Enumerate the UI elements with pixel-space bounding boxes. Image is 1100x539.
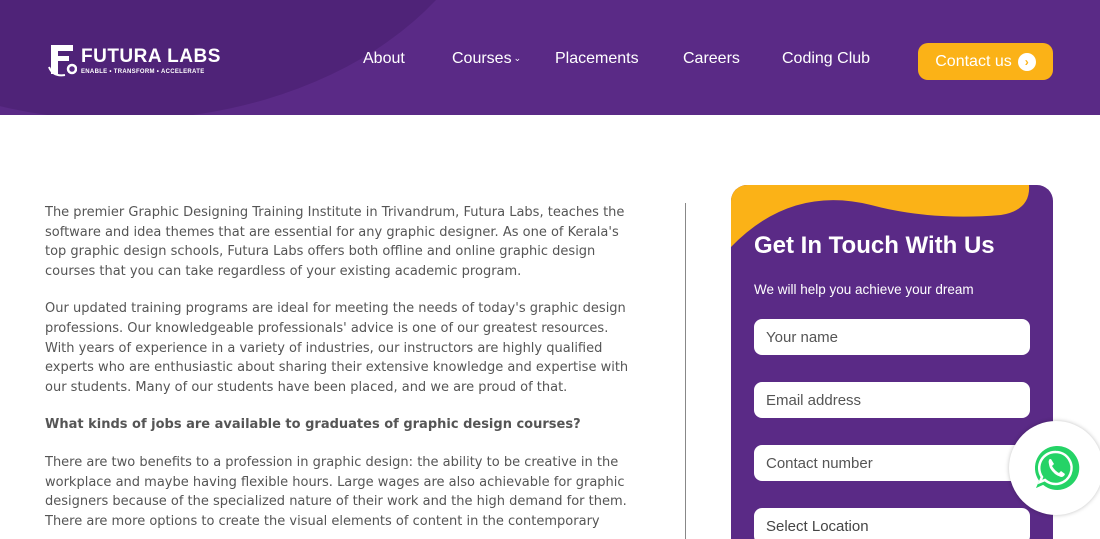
article-paragraph-1: The premier Graphic Designing Training I… (45, 205, 625, 279)
nav-placements[interactable]: Placements (555, 50, 639, 68)
article-question: What kinds of jobs are available to grad… (45, 417, 581, 433)
logo-tagline: ENABLE • TRANSFORM • ACCELERATE (81, 69, 205, 75)
nav-courses[interactable]: Courses ⌄ (452, 50, 521, 68)
contact-form-card: Get In Touch With Us We will help you ac… (731, 185, 1053, 539)
nav-about[interactable]: About (363, 50, 405, 68)
email-input[interactable] (754, 382, 1030, 418)
contact-us-button[interactable]: Contact us › (918, 43, 1053, 80)
article-content: The premier Graphic Designing Training I… (45, 203, 635, 539)
contact-us-label: Contact us (935, 52, 1012, 70)
article-paragraph-3: There are two benefits to a profession i… (45, 454, 627, 529)
nav-careers[interactable]: Careers (683, 50, 740, 68)
location-select-value: Select Location (766, 517, 869, 535)
nav-coding-club[interactable]: Coding Club (782, 50, 870, 68)
location-select[interactable]: Select Location (754, 508, 1030, 539)
contact-number-input[interactable] (754, 445, 1030, 481)
whatsapp-icon (1032, 443, 1082, 492)
whatsapp-button[interactable] (1030, 442, 1082, 494)
form-subtitle: We will help you achieve your dream (754, 282, 974, 297)
nav-coding-club-label: Coding Club (782, 50, 871, 67)
chevron-down-icon: ⌄ (513, 53, 522, 63)
nav-placements-label: Placements (555, 50, 639, 67)
nav-about-label: About (363, 50, 405, 67)
logo-name: FUTURA LABS (81, 46, 221, 67)
nav-courses-label: Courses (452, 50, 512, 67)
logo-mark-icon (47, 41, 78, 77)
name-input[interactable] (754, 319, 1030, 355)
form-title: Get In Touch With Us (754, 232, 995, 259)
content-divider (685, 203, 686, 539)
article-paragraph-2: Our updated training programs are ideal … (45, 301, 629, 395)
nav-careers-label: Careers (683, 50, 740, 67)
site-logo[interactable]: FUTURA LABS ENABLE • TRANSFORM • ACCELER… (47, 41, 221, 77)
chevron-right-circle-icon: › (1017, 52, 1036, 71)
site-header: FUTURA LABS ENABLE • TRANSFORM • ACCELER… (0, 0, 1100, 115)
